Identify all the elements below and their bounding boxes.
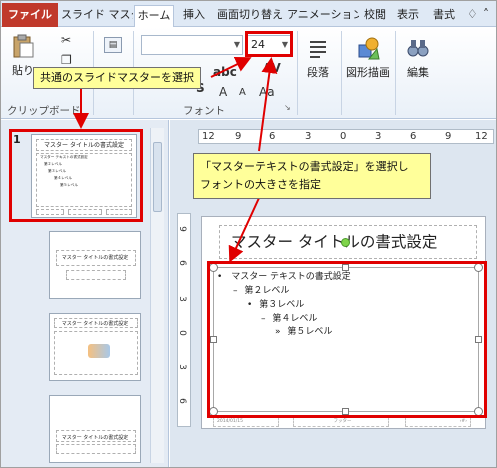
group-separator xyxy=(341,31,342,115)
ruler-tick: 6 xyxy=(176,260,187,266)
ruler-tick: 6 xyxy=(410,131,417,142)
editing-label: 編集 xyxy=(407,66,429,79)
tab-animations[interactable]: アニメーション xyxy=(287,5,359,27)
dialog-launcher-icon[interactable]: ↘ xyxy=(284,103,291,112)
tab-format[interactable]: 書式 xyxy=(426,5,462,27)
thumb-layout-title: マスター タイトルの書式設定 xyxy=(61,435,129,441)
scrollbar-thumb[interactable] xyxy=(153,142,162,212)
thumb-subtitle-box xyxy=(66,270,126,280)
tab-view[interactable]: 表示 xyxy=(392,5,424,27)
highlight-font-size xyxy=(245,31,293,57)
paste-icon xyxy=(13,34,34,58)
ruler-tick: 6 xyxy=(269,131,276,142)
thumb-layout-title: マスター タイトルの書式設定 xyxy=(61,255,129,261)
drawing-label: 図形描画 xyxy=(346,66,390,79)
ruler-tick: 3 xyxy=(176,364,187,370)
drawing-button[interactable]: 図形描画 xyxy=(344,35,392,80)
shapes-icon xyxy=(358,37,380,60)
ruler-tick: 12 xyxy=(475,131,488,142)
horizontal-ruler: 12 9 6 3 0 3 6 9 12 xyxy=(198,129,494,144)
vertical-ruler: 9 6 3 0 3 6 xyxy=(177,213,191,427)
ruler-tick: 6 xyxy=(176,398,187,404)
paragraph-button[interactable]: 段落 xyxy=(298,35,338,80)
align-lines-icon xyxy=(310,41,326,58)
callout-select-text: 「マスターテキストの書式設定」を選択し フォントの大きさを指定 xyxy=(193,153,431,199)
thumb-text-box xyxy=(56,444,136,454)
ruler-tick: 3 xyxy=(176,296,187,302)
app-window: ファイル スライド マスタ ホーム 挿入 画面切り替え アニメーション 校閲 表… xyxy=(0,0,497,468)
clipboard-group-label: クリップボード xyxy=(7,105,81,117)
rotation-handle[interactable] xyxy=(341,238,350,247)
change-case-button[interactable]: Aa xyxy=(259,85,275,99)
layout-icon[interactable]: ▤ xyxy=(104,37,122,53)
callout-line-1: 「マスターテキストの書式設定」を選択し xyxy=(200,160,409,173)
editing-button[interactable]: 編集 xyxy=(398,35,438,80)
ruler-tick: 9 xyxy=(445,131,452,142)
callout-select-master: 共通のスライドマスターを選択 xyxy=(33,67,201,89)
char-spacing-button[interactable]: AV xyxy=(263,61,281,75)
tab-slide-master[interactable]: スライド マスタ xyxy=(61,5,133,27)
shrink-font-button[interactable]: A xyxy=(239,87,246,98)
thumbnail-scrollbar[interactable] xyxy=(150,128,164,463)
layout-thumbnail[interactable]: マスター タイトルの書式設定 xyxy=(49,231,141,299)
highlight-body-placeholder xyxy=(207,261,487,418)
highlight-master-thumbnail xyxy=(9,129,143,222)
font-group-label: フォント xyxy=(183,105,225,117)
tab-insert[interactable]: 挿入 xyxy=(176,5,212,27)
ruler-tick: 0 xyxy=(176,330,187,336)
footer-placeholder[interactable]: フッター xyxy=(293,417,389,427)
tab-review[interactable]: 校閲 xyxy=(360,5,390,27)
help-icon[interactable]: ♢ xyxy=(467,7,478,21)
callout-line-2: フォントの大きさを指定 xyxy=(200,178,321,191)
ruler-tick: 9 xyxy=(176,226,187,232)
ruler-tick: 0 xyxy=(340,131,347,142)
thumb-content-icons xyxy=(88,344,110,358)
cut-icon[interactable]: ✂ xyxy=(61,33,71,47)
paste-label: 貼り xyxy=(12,64,34,77)
chevron-down-icon: ▼ xyxy=(233,40,240,49)
slide-title[interactable]: マスター タイトルの書式設定 xyxy=(231,230,437,252)
tab-home[interactable]: ホーム xyxy=(134,5,174,28)
ruler-tick: 3 xyxy=(375,131,382,142)
layout-thumbnail[interactable]: マスター タイトルの書式設定 xyxy=(49,395,141,463)
font-name-combo[interactable]: ▼ xyxy=(141,35,243,55)
strikethrough-button[interactable]: abc xyxy=(213,65,237,79)
ruler-tick: 9 xyxy=(235,131,242,142)
ribbon-tab-bar: ファイル スライド マスタ ホーム 挿入 画面切り替え アニメーション 校閲 表… xyxy=(1,1,496,28)
group-separator xyxy=(395,31,396,115)
slide-number-placeholder[interactable]: ‹#› xyxy=(405,417,471,427)
binoculars-icon xyxy=(407,40,429,57)
ruler-tick: 12 xyxy=(202,131,215,142)
ruler-tick: 3 xyxy=(305,131,312,142)
tab-transitions[interactable]: 画面切り替え xyxy=(214,5,286,27)
grow-font-button[interactable]: A xyxy=(219,85,227,99)
minimize-ribbon-icon[interactable]: ˄ xyxy=(483,7,489,21)
layout-thumbnail[interactable]: マスター タイトルの書式設定 xyxy=(49,313,141,381)
paragraph-label: 段落 xyxy=(307,66,329,79)
tab-file[interactable]: ファイル xyxy=(2,3,58,27)
copy-icon[interactable]: ❐ xyxy=(61,53,72,67)
date-placeholder[interactable]: 2014/01/15 xyxy=(213,417,279,427)
thumb-layout-title: マスター タイトルの書式設定 xyxy=(61,321,129,327)
